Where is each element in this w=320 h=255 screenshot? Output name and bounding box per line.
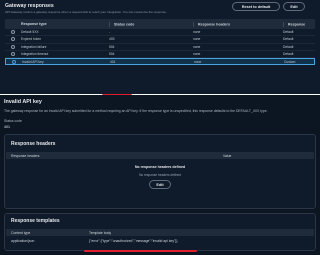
edit-gateway-button[interactable]: Edit bbox=[283, 2, 305, 11]
gateway-responses-table: Response type Status code Response heade… bbox=[5, 19, 315, 66]
row-radio[interactable] bbox=[11, 44, 15, 49]
gateway-responses-title: Gateway responses bbox=[5, 3, 54, 9]
cell-response-headers: none bbox=[193, 44, 201, 49]
reset-to-default-button[interactable]: Reset to default bbox=[232, 2, 280, 11]
row-radio[interactable] bbox=[11, 52, 15, 57]
col-status-code[interactable]: Status code bbox=[114, 22, 134, 26]
gateway-responses-description: API Gateway returns a gateway response w… bbox=[5, 10, 167, 14]
col-response-type[interactable]: Response type bbox=[21, 22, 109, 26]
cell-response: Default bbox=[283, 52, 294, 57]
response-templates-title: Response templates bbox=[11, 218, 60, 224]
detail-title: Invalid API key bbox=[4, 99, 42, 105]
cell-response: Default bbox=[283, 44, 294, 49]
cell-content-type: application/json bbox=[11, 239, 35, 243]
response-headers-title: Response headers bbox=[11, 141, 56, 147]
cell-status-code: 403 bbox=[109, 37, 115, 42]
cell-response-type: Integration timeout bbox=[21, 52, 49, 57]
row-radio[interactable] bbox=[11, 30, 15, 35]
cell-response-headers: none bbox=[193, 52, 201, 57]
cell-response-type: Invalid API key bbox=[22, 59, 44, 64]
empty-state-title: No response headers defined bbox=[134, 165, 186, 169]
col-content-type[interactable]: Content type bbox=[11, 231, 30, 235]
cell-template-body: {"error":{"type":"unauthorized","message… bbox=[89, 239, 178, 243]
gateway-responses-panel: Gateway responses API Gateway returns a … bbox=[0, 0, 320, 94]
empty-state-subtitle: No response headers defined bbox=[139, 173, 181, 177]
cell-response: Custom bbox=[284, 59, 296, 64]
status-code-label: Status code bbox=[4, 119, 22, 123]
cell-response-type: Expired token bbox=[21, 37, 42, 42]
table-header: Response type Status code Response heade… bbox=[5, 19, 315, 29]
cell-response-type: Default 5XX bbox=[21, 30, 39, 35]
response-templates-card: Response templates Content type Template… bbox=[4, 213, 316, 251]
response-headers-card: Response headers Response headers Value … bbox=[4, 134, 316, 209]
table-row[interactable]: Integration failure 504 none Default bbox=[5, 44, 315, 51]
cell-status-code: 504 bbox=[109, 44, 115, 49]
table-row-selected[interactable]: Invalid API key 401 none Custom bbox=[5, 58, 315, 66]
col-template-body[interactable]: Template body bbox=[89, 231, 111, 235]
cell-response: Default bbox=[283, 37, 294, 42]
table-row[interactable]: Integration timeout 504 none Default bbox=[5, 51, 315, 59]
detail-description: The gateway response for an invalid API … bbox=[4, 109, 268, 113]
cell-status-code: 504 bbox=[109, 52, 115, 57]
cell-response-headers: none bbox=[194, 59, 202, 64]
col-response-headers[interactable]: Response headers bbox=[11, 154, 39, 158]
response-headers-table-header: Response headers Value bbox=[6, 152, 314, 159]
table-row[interactable]: Default 5XX - none Default bbox=[5, 29, 315, 37]
cell-response: Default bbox=[283, 30, 294, 35]
cell-response-type: Integration failure bbox=[21, 44, 47, 49]
template-body-annotation-underline bbox=[84, 250, 197, 252]
col-response[interactable]: Response bbox=[288, 22, 305, 26]
response-detail-panel: Invalid API key The gateway response for… bbox=[0, 95, 320, 255]
status-code-value: 401 bbox=[4, 125, 10, 129]
table-row[interactable]: Expired token 403 none Default bbox=[5, 36, 315, 44]
cell-status-code: 401 bbox=[110, 59, 116, 64]
cell-response-headers: none bbox=[193, 30, 201, 35]
row-radio-selected[interactable] bbox=[12, 59, 16, 64]
row-radio[interactable] bbox=[11, 37, 15, 42]
cell-status-code: - bbox=[109, 30, 111, 35]
col-response-headers[interactable]: Response headers bbox=[198, 22, 230, 26]
response-templates-table-header: Content type Template body bbox=[6, 229, 314, 236]
table-row: application/json {"error":{"type":"unaut… bbox=[11, 239, 311, 245]
col-value[interactable]: Value bbox=[223, 154, 231, 158]
cell-response-headers: none bbox=[193, 37, 201, 42]
edit-response-headers-button[interactable]: Edit bbox=[149, 180, 171, 189]
